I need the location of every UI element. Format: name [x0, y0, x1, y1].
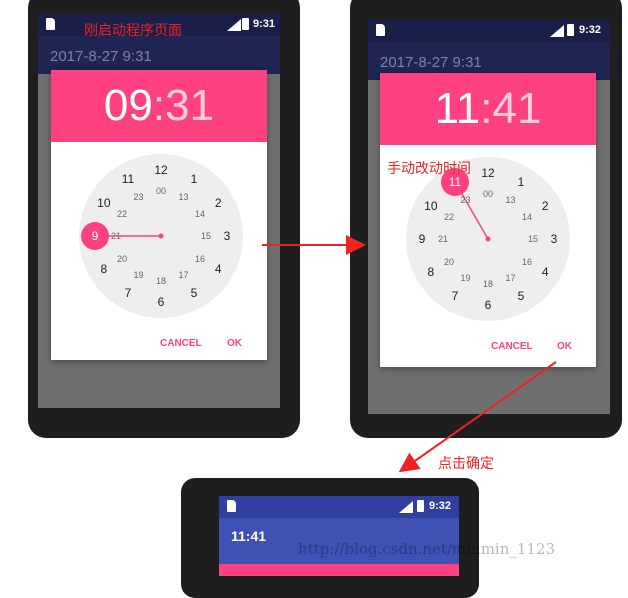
- clock-inner-hour-number[interactable]: 18: [156, 276, 166, 286]
- clock-hour-number[interactable]: 3: [551, 232, 558, 246]
- clock-inner-hour-number[interactable]: 16: [195, 254, 205, 264]
- clock-hand: [454, 181, 491, 242]
- accent-strip: [219, 564, 459, 576]
- clock-inner-hour-number[interactable]: 21: [111, 231, 121, 241]
- header-colon: :: [480, 84, 493, 133]
- header-colon: :: [152, 81, 166, 130]
- sd-card-icon: [227, 500, 236, 512]
- header-hours[interactable]: 11: [435, 84, 481, 133]
- clock-inner-hour-number[interactable]: 13: [178, 192, 188, 202]
- phone-screen-1: 9:31 2017-8-27 9:31 09:31 12 00 1 13 2 14 3 15 4…: [38, 14, 280, 408]
- cancel-button[interactable]: CANCEL: [491, 341, 533, 352]
- time-header: 09:31: [51, 70, 267, 142]
- clock-face[interactable]: 12 00 1 13 2 14 3 15 4 16 5 17 6 18 7 19 8 20 9 21 10 22 23 11: [406, 157, 570, 321]
- clock-inner-hour-number[interactable]: 19: [460, 273, 470, 283]
- clock-inner-hour-number[interactable]: 23: [460, 195, 470, 205]
- ok-button[interactable]: OK: [227, 338, 242, 349]
- cancel-button[interactable]: CANCEL: [160, 338, 202, 349]
- battery-icon: [242, 18, 249, 30]
- clock-face[interactable]: 12 00 1 13 2 14 3 15 4 16 5 17 6 18 7 19 8 20 21 10 22 11 23 9: [79, 154, 243, 318]
- sd-card-icon: [46, 18, 55, 30]
- status-time: 9:31: [253, 18, 276, 30]
- ok-button[interactable]: OK: [557, 341, 572, 352]
- time-header: 11:41: [380, 73, 596, 145]
- header-minutes[interactable]: 31: [165, 81, 214, 130]
- phone-frame-1: 9:31 2017-8-27 9:31 09:31 12 00 1 13 2 14 3 15 4…: [28, 0, 300, 438]
- clock-inner-hour-number[interactable]: 19: [133, 270, 143, 280]
- clock-hour-number[interactable]: 8: [427, 265, 434, 279]
- clock-hour-number[interactable]: 6: [158, 295, 165, 309]
- clock-inner-hour-number[interactable]: 20: [117, 254, 127, 264]
- phone-screen-3: 9:32 11:41: [219, 496, 459, 576]
- annotation-click-confirm: 点击确定: [438, 456, 494, 472]
- status-bar: 9:32: [368, 20, 610, 42]
- clock-inner-hour-number[interactable]: 18: [483, 279, 493, 289]
- clock-inner-hour-number[interactable]: 14: [195, 209, 205, 219]
- app-bar-datetime: 2017-8-27 9:31: [50, 48, 152, 65]
- phone-screen-2: 9:32 2017-8-27 9:31 11:41 12 00 1 13 2 14 3 15 4…: [368, 20, 610, 414]
- clock-hour-number[interactable]: 5: [518, 289, 525, 303]
- clock-inner-hour-number[interactable]: 22: [444, 212, 454, 222]
- clock-inner-hour-number[interactable]: 14: [522, 212, 532, 222]
- status-time: 9:32: [579, 24, 602, 36]
- clock-inner-hour-number[interactable]: 15: [528, 234, 538, 244]
- clock-hour-number[interactable]: 3: [224, 229, 231, 243]
- clock-hour-number[interactable]: 10: [97, 196, 110, 210]
- clock-hour-number[interactable]: 7: [125, 286, 132, 300]
- clock-hour-number[interactable]: 2: [542, 199, 549, 213]
- signal-icon: [399, 501, 413, 513]
- clock-inner-hour-number[interactable]: 16: [522, 257, 532, 267]
- clock-hour-number[interactable]: 2: [215, 196, 222, 210]
- status-bar: 9:32: [219, 496, 459, 518]
- clock-hour-number[interactable]: 11: [122, 172, 134, 186]
- clock-inner-hour-number[interactable]: 00: [483, 189, 493, 199]
- header-hours[interactable]: 09: [104, 81, 153, 130]
- selected-hour-handle[interactable]: 9: [81, 222, 109, 250]
- clock-hour-number[interactable]: 1: [518, 175, 525, 189]
- clock-inner-hour-number[interactable]: 23: [133, 192, 143, 202]
- clock-inner-hour-number[interactable]: 15: [201, 231, 211, 241]
- annotation-first-launch: 刚启动程序页面: [84, 23, 182, 39]
- watermark: http://blog.csdn.net/minmin_1123: [298, 540, 556, 558]
- header-minutes[interactable]: 41: [492, 84, 541, 133]
- app-bar-datetime: 2017-8-27 9:31: [380, 54, 482, 71]
- clock-hour-number[interactable]: 12: [481, 166, 494, 180]
- clock-hour-number[interactable]: 9: [419, 232, 426, 246]
- clock-hour-number[interactable]: 8: [100, 262, 107, 276]
- clock-hour-number[interactable]: 10: [424, 199, 437, 213]
- clock-inner-hour-number[interactable]: 17: [178, 270, 188, 280]
- clock-hour-number[interactable]: 4: [542, 265, 549, 279]
- clock-inner-hour-number[interactable]: 22: [117, 209, 127, 219]
- clock-inner-hour-number[interactable]: 17: [505, 273, 515, 283]
- clock-inner-hour-number[interactable]: 21: [438, 234, 448, 244]
- clock-hour-number[interactable]: 5: [191, 286, 198, 300]
- clock-hour-number[interactable]: 6: [485, 298, 492, 312]
- clock-inner-hour-number[interactable]: 00: [156, 186, 166, 196]
- clock-hour-number[interactable]: 12: [154, 163, 167, 177]
- signal-icon: [227, 19, 241, 31]
- status-time: 9:32: [429, 500, 452, 512]
- result-time-label: 11:41: [231, 528, 267, 544]
- phone-frame-2: 9:32 2017-8-27 9:31 11:41 12 00 1 13 2 14 3 15 4…: [350, 0, 622, 438]
- battery-icon: [567, 24, 574, 36]
- app-bar: 2017-8-27 9:31: [38, 36, 280, 74]
- signal-icon: [550, 25, 564, 37]
- clock-hour-number[interactable]: 4: [215, 262, 222, 276]
- clock-hour-number[interactable]: 7: [452, 289, 459, 303]
- time-picker-dialog: 11:41 12 00 1 13 2 14 3 15 4 16 5 17 6 18 7 19 8 20 9 21 10 2…: [380, 73, 596, 367]
- clock-hour-number[interactable]: 1: [191, 172, 198, 186]
- phone-frame-3: 9:32 11:41: [181, 478, 479, 598]
- annotation-manual-change: 手动改动时间: [387, 161, 471, 177]
- clock-inner-hour-number[interactable]: 20: [444, 257, 454, 267]
- clock-inner-hour-number[interactable]: 13: [505, 195, 515, 205]
- battery-icon: [417, 500, 424, 512]
- sd-card-icon: [376, 24, 385, 36]
- time-picker-dialog: 09:31 12 00 1 13 2 14 3 15 4 16 5 17 6 18 7 19 8 20 21 10 22…: [51, 70, 267, 360]
